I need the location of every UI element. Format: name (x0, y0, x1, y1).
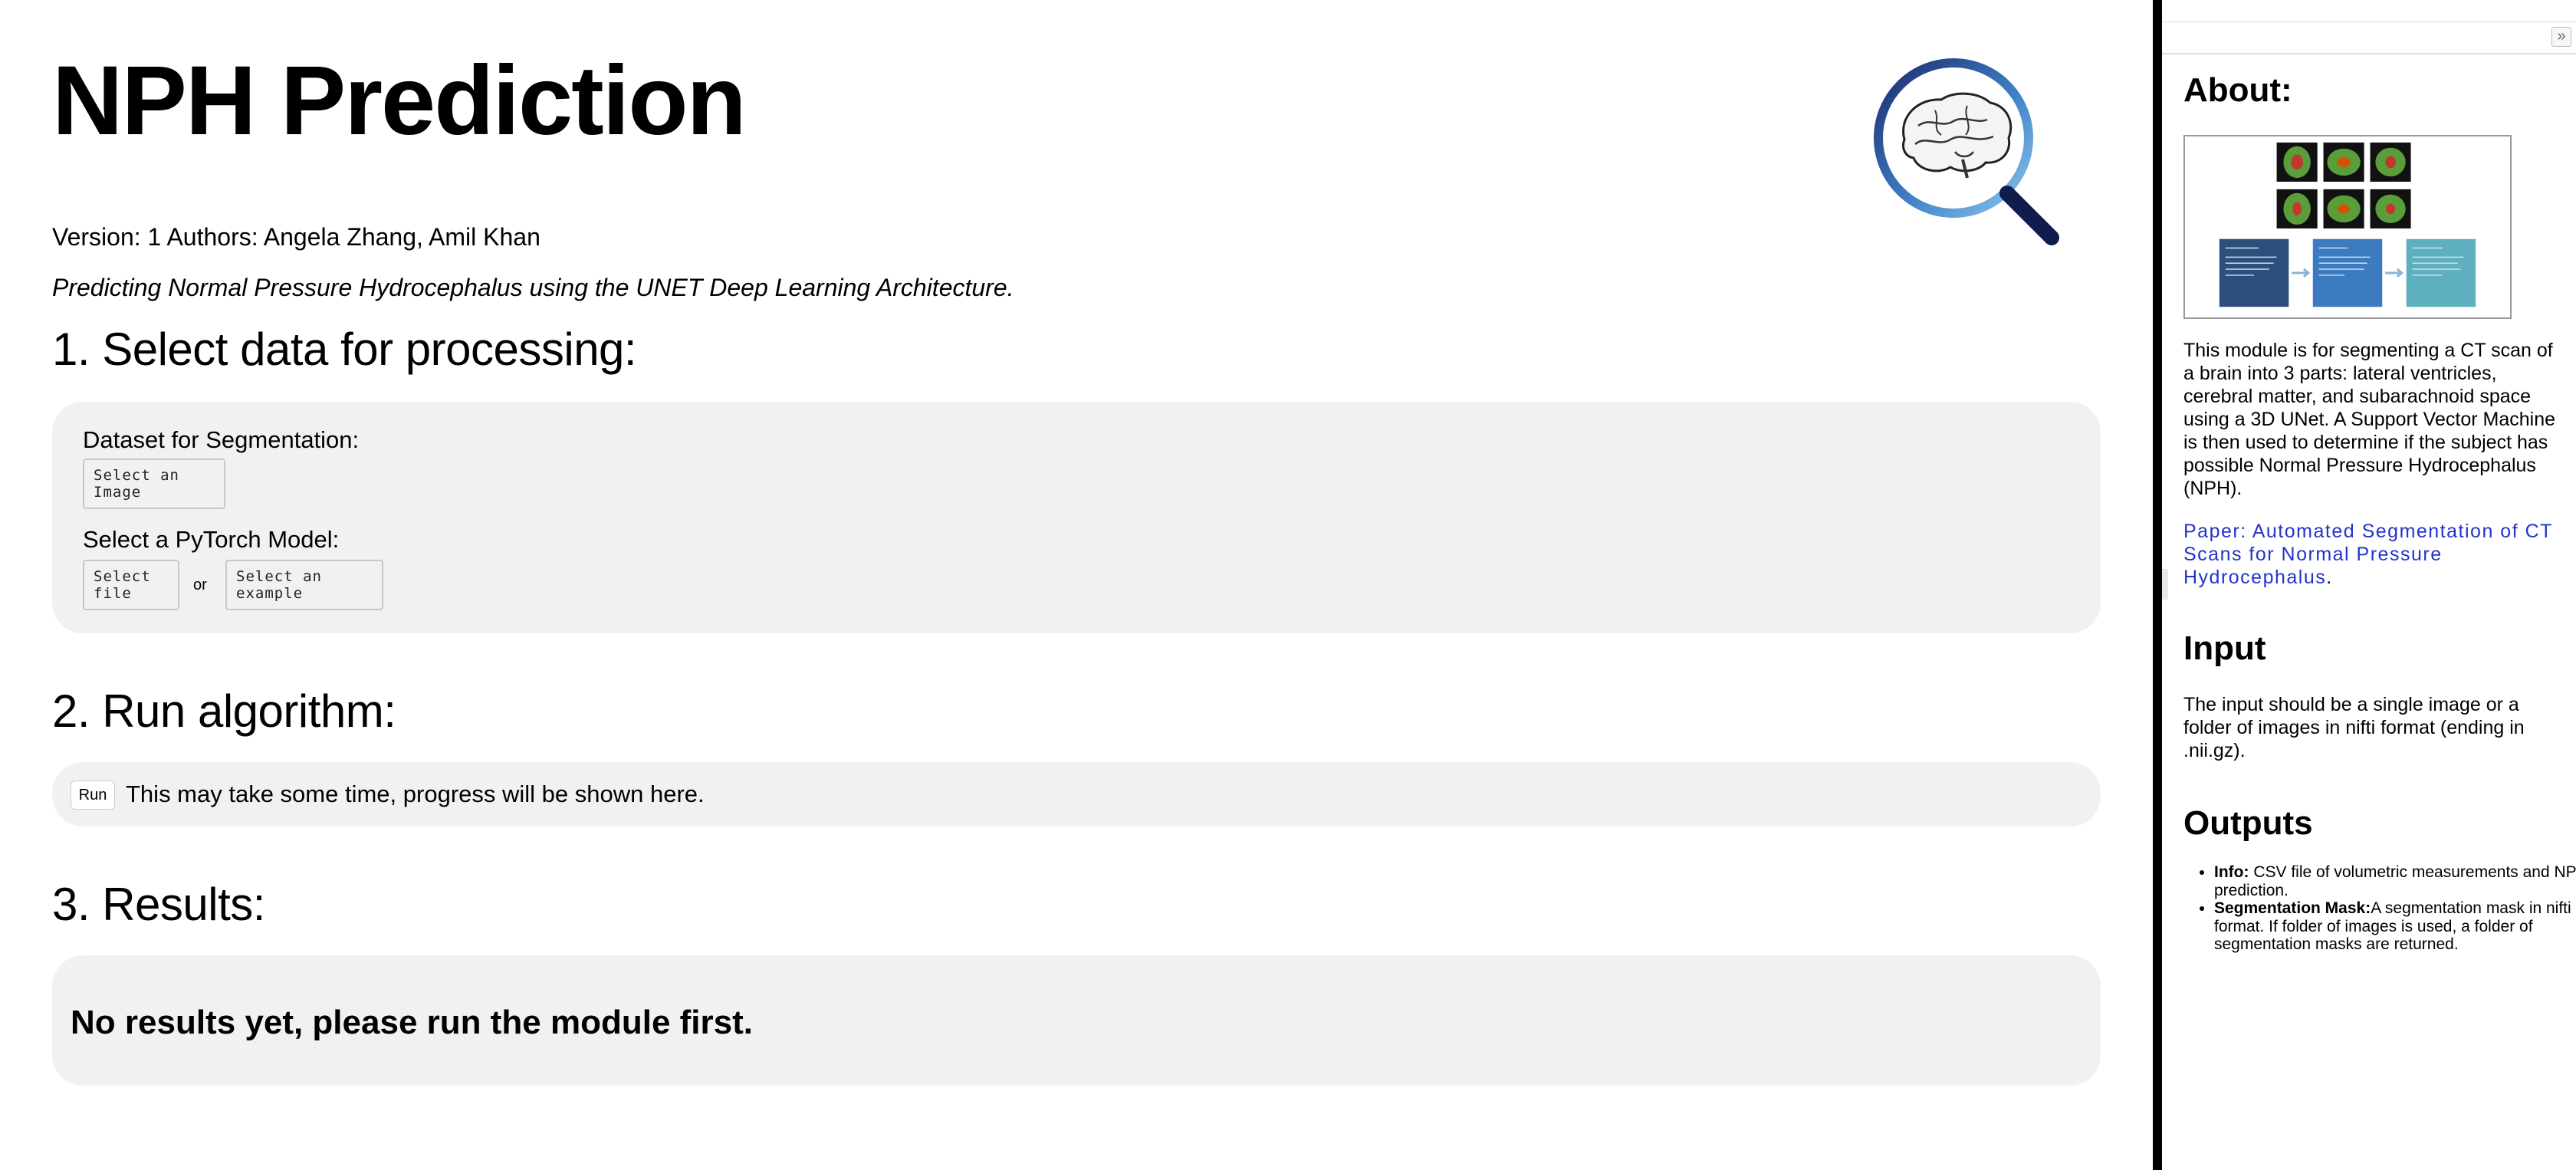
outputs-heading: Outputs (2183, 804, 2313, 842)
panel-divider[interactable] (2153, 0, 2162, 1170)
run-button[interactable]: Run (71, 781, 115, 810)
main-panel: NPH Prediction Version: 1 Authors: Angel… (0, 0, 2153, 1170)
version-authors: Version: 1 Authors: Angela Zhang, Amil K… (52, 223, 540, 251)
list-item: Segmentation Mask:A segmentation mask in… (2214, 899, 2576, 954)
page-title: NPH Prediction (52, 46, 747, 156)
section-heading-select-data: 1. Select data for processing: (52, 324, 637, 375)
outputs-list: Info: CSV file of volumetric measurement… (2183, 863, 2576, 954)
input-text: The input should be a single image or a … (2183, 694, 2525, 761)
model-label: Select a PyTorch Model: (83, 526, 340, 553)
dataset-label: Dataset for Segmentation: (83, 426, 360, 453)
select-example-button[interactable]: Select an example (225, 560, 383, 610)
about-heading: About: (2183, 71, 2292, 109)
section-heading-results: 3. Results: (52, 879, 265, 930)
no-results-message: No results yet, please run the module fi… (71, 1004, 753, 1041)
select-file-button[interactable]: Select file (83, 560, 179, 610)
brain-magnifier-icon (1874, 58, 2059, 245)
tagline: Predicting Normal Pressure Hydrocephalus… (52, 274, 1014, 301)
pipeline-diagram-image (2183, 135, 2512, 319)
about-text: This module is for segmenting a CT scan … (2183, 340, 2555, 499)
paper-link[interactable]: Paper: Automated Segmentation of CT Scan… (2183, 521, 2552, 588)
sidebar: » About: This module is for segmenting a… (2162, 0, 2576, 1170)
output-term: Segmentation Mask: (2214, 899, 2371, 917)
paper-link-suffix: . (2326, 567, 2332, 588)
select-image-button[interactable]: Select an Image (83, 458, 225, 509)
output-desc: CSV file of volumetric measurements and … (2214, 863, 2576, 899)
run-status: This may take some time, progress will b… (126, 781, 705, 807)
select-data-card: Dataset for Segmentation: Select an Imag… (52, 402, 2101, 633)
section-heading-run: 2. Run algorithm: (52, 685, 396, 737)
paper-link-paragraph: Paper: Automated Segmentation of CT Scan… (2183, 520, 2564, 589)
results-card: No results yet, please run the module fi… (52, 955, 2101, 1086)
ct-scan-thumbnails (2276, 142, 2411, 228)
sidebar-resize-handle[interactable] (2162, 569, 2168, 600)
list-item: Info: CSV file of volumetric measurement… (2214, 863, 2576, 899)
pipeline-boxes (2219, 238, 2476, 307)
run-card: Run This may take some time, progress wi… (52, 762, 2101, 827)
or-label: or (193, 577, 207, 593)
input-heading: Input (2183, 629, 2266, 667)
double-chevron-right-icon[interactable]: » (2551, 27, 2571, 47)
output-term: Info: (2214, 863, 2249, 881)
sidebar-toolbar: » (2162, 21, 2576, 54)
